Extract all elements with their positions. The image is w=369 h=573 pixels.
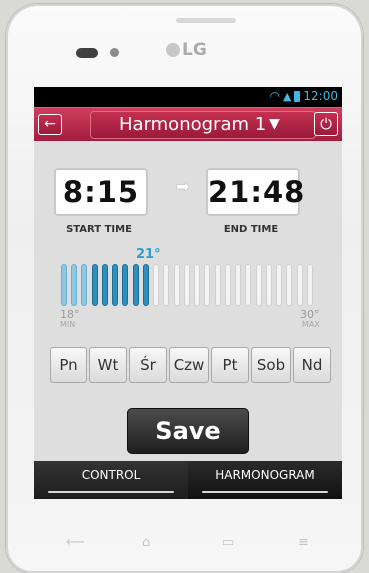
temperature-step[interactable] <box>174 265 179 305</box>
back-arrow-icon: ← <box>44 116 56 132</box>
end-time-field[interactable]: 21:48 <box>206 168 304 216</box>
status-icons: ◠ ▲ 12:00 <box>269 89 338 103</box>
day-button-wt[interactable]: Wt <box>89 347 127 383</box>
temperature-step[interactable] <box>113 265 118 305</box>
day-button-nd[interactable]: Nd <box>293 347 331 383</box>
tab-control[interactable]: CONTROL <box>34 461 189 499</box>
tab-control-indicator <box>48 491 174 493</box>
temperature-step[interactable] <box>297 265 302 305</box>
start-time-field[interactable]: 8:15 <box>54 168 148 216</box>
battery-icon <box>294 90 301 102</box>
status-bar: ◠ ▲ 12:00 <box>34 87 342 107</box>
back-softkey-icon[interactable]: ⟵ <box>66 535 85 550</box>
signal-icon: ▲ <box>282 89 292 103</box>
menu-softkey-icon[interactable]: ≡ <box>298 535 309 550</box>
current-temperature: 21° <box>136 247 161 262</box>
app-screen: ◠ ▲ 12:00 ← Harmonogram 1 ▼ ⏻ 8:15 ➡ 21:… <box>34 87 342 499</box>
day-selector: Pn Wt Śr Czw Pt Sob Nd <box>50 347 332 383</box>
day-button-sob[interactable]: Sob <box>251 347 291 383</box>
temperature-step[interactable] <box>277 265 282 305</box>
wifi-icon: ◠ <box>269 89 280 103</box>
brand-logo-text: LG <box>182 40 207 60</box>
back-button[interactable]: ← <box>38 114 62 135</box>
temperature-step[interactable] <box>225 265 230 305</box>
temperature-step[interactable] <box>123 265 128 305</box>
schedule-selector[interactable]: Harmonogram 1 ▼ <box>90 111 316 139</box>
day-button-pn[interactable]: Pn <box>50 347 87 383</box>
temperature-step[interactable] <box>92 265 97 305</box>
temperature-step[interactable] <box>236 265 241 305</box>
temperature-step[interactable] <box>287 265 292 305</box>
temperature-step[interactable] <box>72 265 77 305</box>
max-label: MAX <box>302 320 320 329</box>
status-time: 12:00 <box>303 89 338 103</box>
tab-harmonogram-indicator <box>202 491 328 493</box>
temperature-step[interactable] <box>246 265 251 305</box>
front-camera <box>110 48 119 57</box>
tab-harmonogram-label: HARMONOGRAM <box>215 468 315 482</box>
phone-top-ridge <box>176 18 236 23</box>
temperature-step[interactable] <box>62 265 66 305</box>
temperature-step[interactable] <box>195 265 200 305</box>
earpiece-speaker <box>76 48 98 58</box>
tab-harmonogram[interactable]: HARMONOGRAM <box>188 461 342 499</box>
min-label: MIN <box>60 320 76 329</box>
day-button-sr[interactable]: Śr <box>129 347 167 383</box>
temperature-slider[interactable] <box>62 265 318 307</box>
temperature-step[interactable] <box>184 265 189 305</box>
temperature-step[interactable] <box>266 265 271 305</box>
power-button[interactable]: ⏻ <box>314 112 338 136</box>
recent-softkey-icon[interactable]: ▭ <box>222 535 234 550</box>
power-icon: ⏻ <box>320 115 332 133</box>
temperature-step[interactable] <box>215 265 220 305</box>
temperature-step[interactable] <box>164 265 169 305</box>
temperature-step[interactable] <box>256 265 261 305</box>
tab-control-label: CONTROL <box>81 468 141 482</box>
caret-down-icon: ▼ <box>269 116 280 132</box>
save-button[interactable]: Save <box>127 408 249 454</box>
day-button-czw[interactable]: Czw <box>169 347 209 383</box>
temperature-step[interactable] <box>143 265 148 305</box>
lg-logo-icon <box>166 43 180 57</box>
temperature-step[interactable] <box>82 265 87 305</box>
day-button-pt[interactable]: Pt <box>211 347 249 383</box>
temperature-step[interactable] <box>133 265 138 305</box>
home-softkey-icon[interactable]: ⌂ <box>142 535 150 550</box>
schedule-title: Harmonogram 1 <box>119 114 267 135</box>
temperature-step[interactable] <box>205 265 210 305</box>
start-time-label: START TIME <box>66 224 132 235</box>
app-header: ← Harmonogram 1 ▼ ⏻ <box>34 107 342 142</box>
end-time-label: END TIME <box>223 224 279 235</box>
bottom-tab-bar: CONTROL HARMONOGRAM <box>34 461 342 499</box>
schedule-content: 8:15 ➡ 21:48 START TIME END TIME 21° 18°… <box>34 141 342 461</box>
temperature-step[interactable] <box>307 265 312 305</box>
arrow-right-icon: ➡ <box>176 177 190 196</box>
temperature-step[interactable] <box>102 265 107 305</box>
temperature-step[interactable] <box>154 265 159 305</box>
brand-logo: LG <box>166 40 207 60</box>
